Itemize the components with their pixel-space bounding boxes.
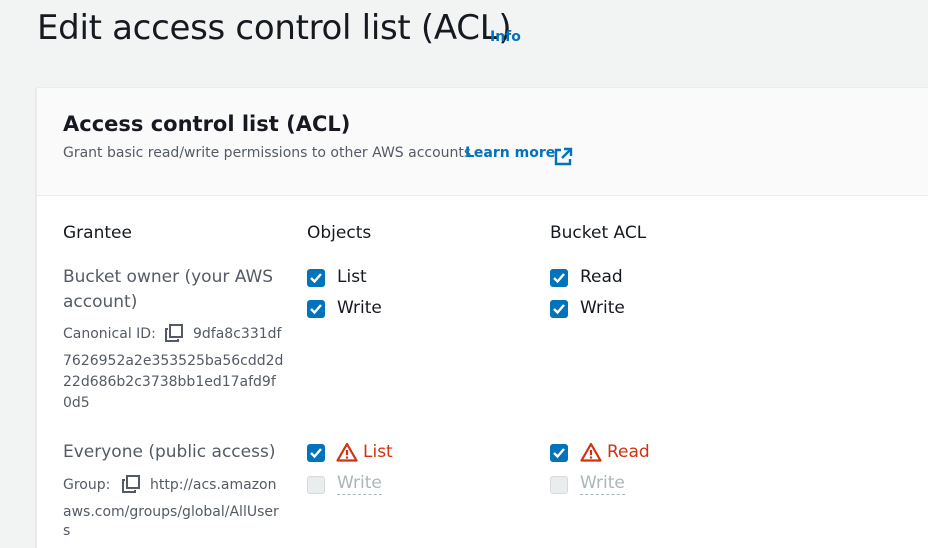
info-link[interactable]: Info <box>490 29 521 45</box>
warning-icon <box>580 442 602 462</box>
owner-canonical-id-line: 22d686b2c3738bb1ed17afd9f <box>63 374 276 390</box>
everyone-objects-write-checkbox[interactable] <box>307 476 325 494</box>
owner-objects-list-label: List <box>337 267 367 287</box>
owner-acl-read-checkbox[interactable] <box>550 269 568 287</box>
copy-icon[interactable] <box>122 475 140 493</box>
objects-header: Objects <box>307 223 372 243</box>
owner-canonical-id-label: Canonical ID: <box>63 326 156 342</box>
everyone-acl-read-label: Read <box>607 442 650 462</box>
grantee-header: Grantee <box>63 223 132 243</box>
panel-header: Access control list (ACL) Grant basic re… <box>37 88 928 196</box>
owner-canonical-id-line: 0d5 <box>63 395 90 411</box>
check-icon <box>553 448 565 459</box>
bucket-acl-header: Bucket ACL <box>550 223 647 243</box>
everyone-objects-list-label: List <box>363 442 393 462</box>
acl-panel: Access control list (ACL) Grant basic re… <box>36 87 928 548</box>
everyone-group-uri-line: s <box>63 523 71 539</box>
owner-objects-write-checkbox[interactable] <box>307 300 325 318</box>
panel-title: Access control list (ACL) <box>63 112 351 136</box>
owner-objects-write-label: Write <box>337 298 382 318</box>
warning-icon <box>336 442 358 462</box>
owner-grantee-name: Bucket owner (your AWS account) <box>63 267 274 312</box>
learn-more-link[interactable]: Learn more <box>465 145 555 161</box>
owner-acl-read-label: Read <box>580 267 623 287</box>
owner-acl-write-checkbox[interactable] <box>550 300 568 318</box>
everyone-grantee-name: Everyone (public access) <box>63 442 276 462</box>
check-icon <box>310 273 322 284</box>
check-icon <box>553 273 565 284</box>
check-icon <box>553 304 565 315</box>
check-icon <box>310 304 322 315</box>
everyone-group-label: Group: <box>63 477 111 493</box>
owner-canonical-id-line: 9dfa8c331df <box>193 326 282 342</box>
page-title: Edit access control list (ACL) <box>37 8 512 48</box>
everyone-group-uri-line: aws.com/groups/global/AllUser <box>63 504 279 520</box>
check-icon <box>310 448 322 459</box>
copy-icon[interactable] <box>165 324 183 342</box>
external-link-icon[interactable] <box>553 147 573 167</box>
owner-canonical-id-line: 7626952a2e353525ba56cdd2d <box>63 353 284 369</box>
everyone-group-uri-line: http://acs.amazon <box>150 477 277 493</box>
panel-description: Grant basic read/write permissions to ot… <box>63 145 476 161</box>
everyone-acl-write-checkbox[interactable] <box>550 476 568 494</box>
owner-objects-list-checkbox[interactable] <box>307 269 325 287</box>
everyone-acl-write-label: Write <box>580 473 625 495</box>
everyone-objects-write-label: Write <box>337 473 382 495</box>
everyone-objects-list-checkbox[interactable] <box>307 444 325 462</box>
owner-acl-write-label: Write <box>580 298 625 318</box>
everyone-acl-read-checkbox[interactable] <box>550 444 568 462</box>
